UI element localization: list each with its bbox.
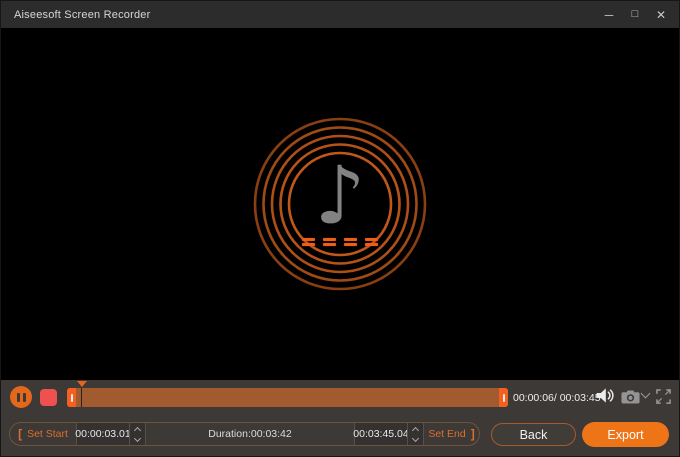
set-end-label: Set End [428,428,465,440]
volume-icon [595,387,615,404]
fullscreen-button[interactable] [656,389,671,404]
audio-graphic: ♪ [250,114,430,294]
spinner-up-icon[interactable] [412,426,419,433]
music-note-icon: ♪ [314,156,365,236]
minimize-button[interactable]: ─ [599,5,619,25]
playhead-line [81,388,82,407]
end-time-spinner [407,423,423,445]
stop-button[interactable] [40,389,57,406]
titlebar: Aiseesoft Screen Recorder ─ □ ✕ [1,1,679,28]
timeline-track[interactable] [67,388,508,407]
start-time-field[interactable]: 00:00:03.01 [76,423,129,445]
camera-icon [621,390,640,404]
control-bar: 00:00:06/ 00:03:45 [1,380,679,456]
playhead-marker[interactable] [77,381,87,387]
pause-icon [17,393,20,402]
volume-button[interactable] [595,387,615,404]
snapshot-button[interactable] [621,390,640,404]
trim-end-handle[interactable] [499,388,508,407]
start-time-spinner [129,423,145,445]
close-button[interactable]: ✕ [651,5,671,25]
set-end-button[interactable]: Set End ] [423,423,479,445]
pause-button[interactable] [10,386,32,408]
back-button[interactable]: Back [491,423,576,446]
spinner-up-icon[interactable] [134,426,141,433]
end-time-field[interactable]: 00:03:45.04 [354,423,407,445]
spinner-down-icon[interactable] [134,434,141,441]
duration-label: Duration:00:03:42 [145,423,354,445]
chevron-down-icon [641,389,651,399]
expand-icon [656,389,671,404]
spinner-down-icon[interactable] [412,434,419,441]
snapshot-menu-button[interactable] [642,393,649,397]
preview-stage: ♪ [1,28,679,382]
app-window: Aiseesoft Screen Recorder ─ □ ✕ ♪ [0,0,680,457]
maximize-button[interactable]: □ [625,5,645,25]
time-display: 00:00:06/ 00:03:45 [513,392,601,404]
trim-start-handle[interactable] [67,388,76,407]
set-start-label: Set Start [27,428,68,440]
set-start-button[interactable]: [ Set Start [10,423,76,445]
export-button[interactable]: Export [582,422,669,447]
window-title: Aiseesoft Screen Recorder [14,9,150,21]
window-controls: ─ □ ✕ [599,1,671,28]
equalizer-icon [302,238,378,246]
trim-panel: [ Set Start 00:00:03.01 Duration:00:03:4… [9,422,480,446]
